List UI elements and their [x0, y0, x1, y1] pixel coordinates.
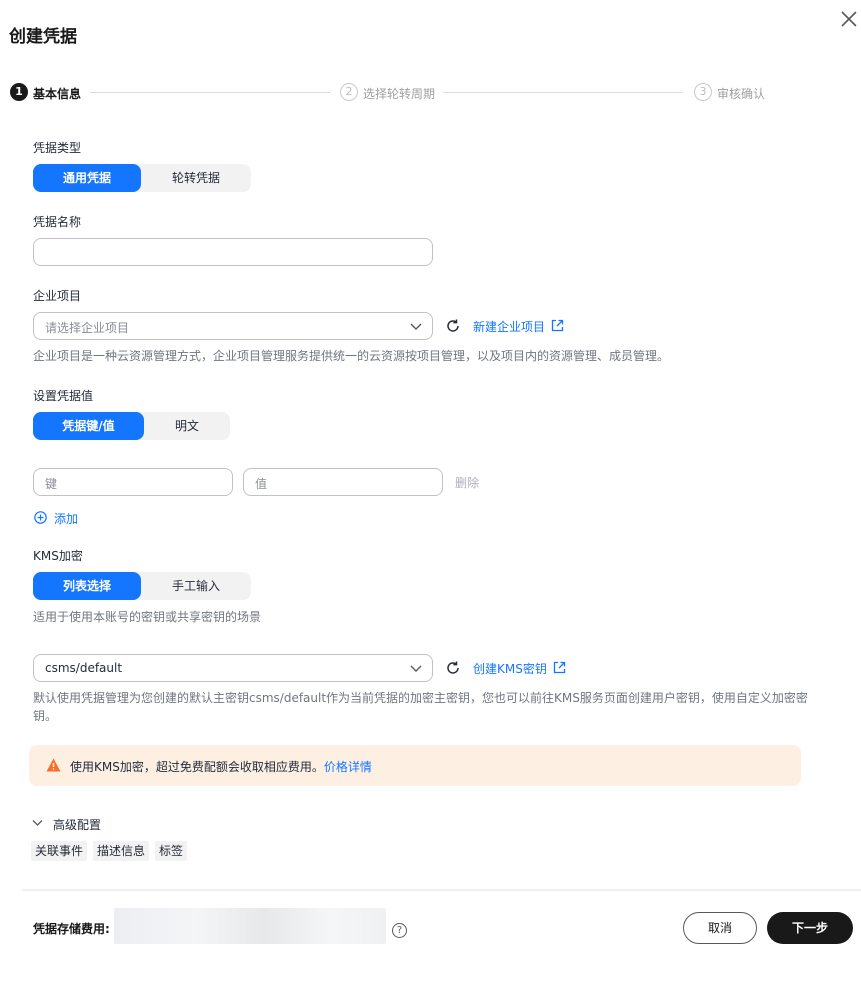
cancel-button[interactable]: 取消: [683, 912, 757, 944]
secret-value-plaintext-option[interactable]: 明文: [144, 412, 230, 440]
warning-text: 使用KMS加密，超过免费配额会收取相应费用。价格详情: [70, 758, 372, 775]
close-icon[interactable]: [838, 8, 860, 30]
secret-value-input[interactable]: 值: [243, 468, 443, 496]
secret-value-placeholder: 值: [255, 477, 268, 491]
kms-key-value: csms/default: [45, 661, 123, 675]
step-2-label: 选择轮转周期: [363, 87, 436, 101]
refresh-icon[interactable]: [445, 318, 461, 334]
secret-value-toggle: 凭据键/值 明文: [33, 412, 230, 440]
dialog-title: 创建凭据: [9, 27, 77, 47]
footer-divider: [22, 889, 861, 891]
help-question-icon[interactable]: ?: [392, 923, 407, 938]
step-connector: [443, 92, 683, 93]
step-1-label: 基本信息: [33, 87, 82, 101]
secret-key-placeholder: 键: [45, 477, 58, 491]
step-3-label: 审核确认: [717, 87, 766, 101]
create-enterprise-project-link[interactable]: 新建企业项目: [473, 318, 545, 335]
kms-label: KMS加密: [33, 549, 83, 563]
create-kms-key-link[interactable]: 创建KMS密钥: [473, 660, 547, 677]
secret-value-label: 设置凭据值: [33, 389, 94, 403]
step-1-number: 1: [10, 83, 28, 101]
storage-fee-label: 凭据存储费用:: [33, 922, 110, 936]
advanced-tag-events: 关联事件: [31, 841, 88, 861]
next-step-button[interactable]: 下一步: [767, 912, 853, 944]
storage-fee-value-blurred: [114, 908, 386, 944]
secret-type-general-option[interactable]: 通用凭据: [33, 164, 141, 192]
kms-key-select[interactable]: csms/default: [33, 654, 433, 682]
step-connector: [90, 92, 330, 93]
secret-name-label: 凭据名称: [33, 215, 82, 229]
kms-default-help: 默认使用凭据管理为您创建的默认主密钥csms/default作为当前凭据的加密主…: [33, 691, 808, 705]
advanced-tag-tags: 标签: [155, 841, 188, 861]
enterprise-project-label: 企业项目: [33, 289, 82, 303]
add-circle-icon[interactable]: [34, 511, 47, 524]
kms-default-help-cont: 钥。: [33, 709, 58, 723]
enterprise-project-select[interactable]: 请选择企业项目: [33, 312, 433, 340]
kms-scope-help: 适用于使用本账号的密钥或共享密钥的场景: [33, 610, 262, 624]
secret-key-input[interactable]: 键: [33, 468, 233, 496]
secret-type-rotation-option[interactable]: 轮转凭据: [141, 164, 251, 192]
external-link-icon[interactable]: [551, 319, 564, 332]
step-2-number: 2: [340, 83, 358, 101]
enterprise-project-placeholder: 请选择企业项目: [45, 321, 130, 335]
step-3-number: 3: [694, 83, 712, 101]
delete-row-button[interactable]: 删除: [455, 474, 479, 491]
chevron-down-icon: [410, 665, 422, 672]
add-row-button[interactable]: 添加: [54, 510, 78, 527]
advanced-settings-toggle[interactable]: 高级配置: [53, 816, 101, 833]
chevron-down-icon: [410, 323, 422, 330]
kms-mode-toggle: 列表选择 手工输入: [33, 572, 251, 600]
warning-message: 使用KMS加密，超过免费配额会收取相应费用。: [70, 760, 324, 774]
secret-type-label: 凭据类型: [33, 141, 82, 155]
kms-manual-input-option[interactable]: 手工输入: [141, 572, 251, 600]
external-link-icon[interactable]: [553, 661, 566, 674]
secret-value-kv-option[interactable]: 凭据键/值: [33, 412, 144, 440]
enterprise-project-help: 企业项目是一种云资源管理方式，企业项目管理服务提供统一的云资源按项目管理，以及项…: [33, 349, 670, 363]
advanced-tag-description: 描述信息: [93, 841, 150, 861]
secret-name-input[interactable]: [33, 238, 433, 266]
refresh-icon[interactable]: [445, 660, 461, 676]
secret-type-toggle: 通用凭据 轮转凭据: [33, 164, 251, 192]
chevron-down-icon[interactable]: [32, 819, 43, 827]
pricing-details-link[interactable]: 价格详情: [324, 760, 372, 774]
warning-icon: [46, 758, 61, 772]
kms-list-select-option[interactable]: 列表选择: [33, 572, 141, 600]
